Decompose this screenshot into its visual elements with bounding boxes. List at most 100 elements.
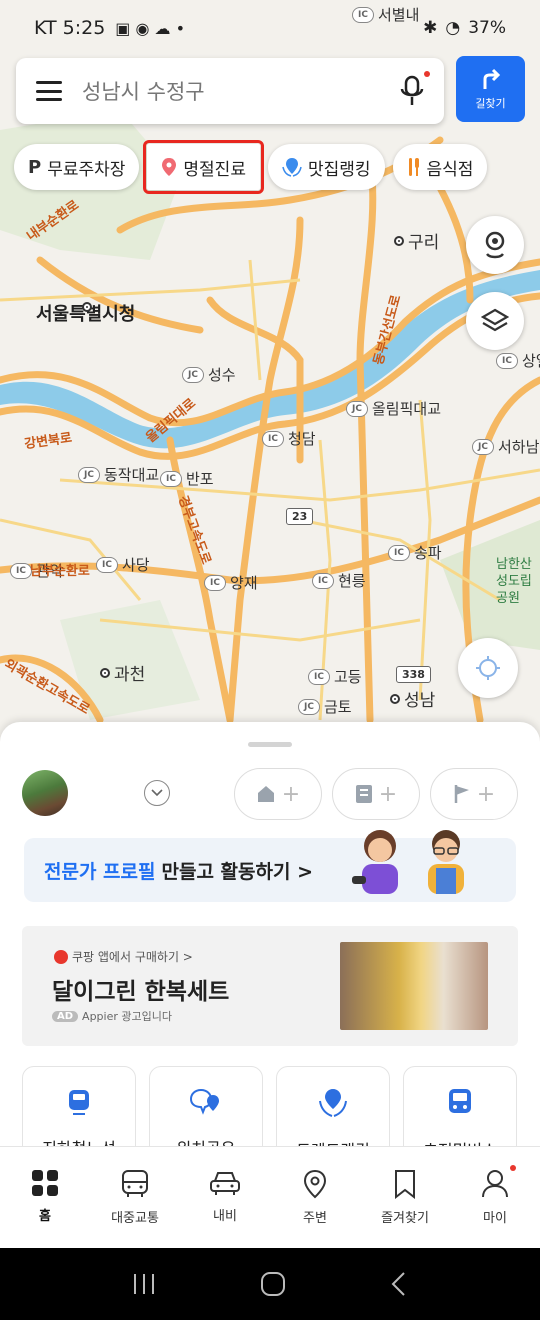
chip-label: 무료주차장 — [47, 159, 126, 180]
notification-icons: ▣ ◉ ☁ • — [115, 18, 186, 38]
nav-label: 대중교통 — [111, 1211, 159, 1226]
add-favorite-place-button[interactable]: + — [430, 768, 518, 820]
bus-tile-icon — [449, 1089, 471, 1113]
chip-restaurant-ranking[interactable]: 맛집랭킹 — [267, 144, 385, 190]
place-label[interactable]: 구리 — [394, 228, 439, 253]
tile-trend-ranking[interactable]: 트렌드랭킹 — [276, 1066, 390, 1147]
ad-source-text: 쿠팡 앱에서 구매하기 > — [72, 950, 193, 964]
directions-label: 길찾기 — [475, 97, 506, 110]
route-badge: 23 — [286, 508, 314, 525]
crosshair-icon — [476, 656, 500, 680]
parking-icon: P — [28, 156, 42, 178]
status-bar: KT 5:25 ▣ ◉ ☁ • ✱ ◔ 37% — [0, 0, 540, 56]
ic-label[interactable]: IC상일 — [496, 350, 540, 371]
ic-label[interactable]: IC 현릉 — [312, 570, 366, 591]
ic-label[interactable]: JC 올림픽대교 — [346, 398, 441, 419]
battery-level: 37% — [468, 18, 506, 38]
place-dot — [394, 235, 404, 246]
nav-home[interactable]: 홈 — [0, 1147, 90, 1248]
road-label: 남부순환로 — [30, 564, 90, 579]
tile-precise-bus[interactable]: 초정밀버스 — [403, 1066, 517, 1147]
add-work-button[interactable]: + — [332, 768, 420, 820]
ad-source: 쿠팡 앱에서 구매하기 > — [54, 948, 193, 965]
route-badge: 338 — [396, 666, 431, 683]
tile-subway-map[interactable]: 지하철노선 — [22, 1066, 136, 1147]
chip-free-parking[interactable]: P 무료주차장 — [14, 144, 140, 190]
ic-label[interactable]: JC 성수 — [182, 364, 236, 385]
chevron-down-icon[interactable] — [144, 780, 170, 806]
ranking-icon — [282, 158, 302, 177]
avatar[interactable] — [22, 770, 68, 816]
place-dot — [100, 667, 110, 678]
wifi-icon: ◔ — [445, 18, 461, 38]
place-label[interactable]: 과천 — [100, 660, 145, 685]
bottom-sheet[interactable]: + + + 전문가 프로필 만들고 활동하기 > 쿠팡 앱에서 구매하기 > 달… — [0, 722, 540, 1147]
ic-label[interactable]: IC 반포 — [160, 468, 214, 489]
street-view-button[interactable] — [466, 216, 524, 274]
ad-product-image[interactable] — [340, 942, 488, 1030]
ad-title: 달이그린 한복세트 — [52, 979, 230, 1005]
nav-favorites[interactable]: 즐겨찾기 — [360, 1147, 450, 1248]
place-label[interactable]: 성남 — [390, 686, 435, 711]
nav-transit[interactable]: 대중교통 — [90, 1147, 180, 1248]
expert-profile-banner[interactable]: 전문가 프로필 만들고 활동하기 > — [24, 830, 516, 902]
nav-my[interactable]: 마이 — [450, 1147, 540, 1248]
menu-icon[interactable] — [36, 81, 62, 101]
nav-navigation[interactable]: 내비 — [180, 1147, 270, 1248]
location-pin-icon — [303, 1169, 327, 1199]
park-label[interactable]: 남한산성도립공원 — [496, 556, 540, 607]
building-icon — [355, 785, 372, 803]
ad-tag: AD — [52, 1010, 79, 1022]
notification-dot — [424, 71, 430, 77]
nav-nearby[interactable]: 주변 — [270, 1147, 360, 1248]
ic-label[interactable]: IC 양재 — [204, 572, 258, 593]
nav-label: 즐겨찾기 — [381, 1211, 429, 1226]
ic-label[interactable]: IC 송파 — [388, 542, 442, 563]
layers-icon — [481, 308, 509, 332]
screen: 서울특별시청 구리 과천 성남 JC 성수 IC 청담 IC 반포 JC 동작대교 IC… — [0, 0, 540, 1320]
ic-label[interactable]: JC 금토 — [298, 696, 352, 717]
current-location-button[interactable] — [458, 638, 518, 698]
status-icons: ✱ ◔ 37% — [423, 18, 506, 38]
system-navigation-bar — [0, 1248, 540, 1320]
plus-icon: + — [476, 781, 496, 807]
bottom-navigation: 홈 대중교통 내비 주변 즐겨찾기 마이 — [0, 1146, 540, 1248]
directions-arrow-icon — [483, 68, 500, 89]
search-bar[interactable]: 성남시 수정구 — [16, 58, 444, 124]
layers-button[interactable] — [466, 292, 524, 350]
microphone-icon[interactable] — [400, 71, 430, 107]
plus-icon: + — [378, 781, 398, 807]
place-dot — [390, 693, 400, 704]
chip-restaurant[interactable]: 음식점 — [392, 144, 488, 190]
nav-label: 마이 — [483, 1211, 507, 1226]
ic-label[interactable]: JC 동작대교 — [78, 464, 159, 485]
back-icon[interactable] — [389, 1271, 409, 1297]
street-view-icon — [485, 231, 505, 259]
place-dot — [82, 302, 92, 312]
ic-label[interactable]: JC 서하남 — [472, 436, 539, 457]
ic-label[interactable]: IC 청담 — [262, 428, 316, 449]
location-share-icon — [189, 1088, 219, 1115]
ic-label[interactable]: IC 고등 — [308, 666, 362, 687]
chip-label: 명절진료 — [183, 159, 246, 180]
bus-icon — [122, 1170, 148, 1197]
nav-label: 홈 — [39, 1209, 51, 1224]
home-button-icon[interactable] — [260, 1271, 286, 1297]
flag-icon — [454, 785, 469, 803]
character-illustration — [352, 830, 398, 894]
tile-location-share[interactable]: 위치공유 — [149, 1066, 263, 1147]
notification-dot — [510, 1165, 516, 1171]
sheet-handle[interactable] — [248, 742, 292, 747]
chip-holiday-clinic[interactable]: 명절진료 — [143, 140, 264, 194]
ad-banner[interactable]: 쿠팡 앱에서 구매하기 > 달이그린 한복세트 AD Appier 광고입니다 — [22, 926, 518, 1046]
ic-label[interactable]: IC 사당 — [96, 554, 150, 575]
directions-button[interactable]: 길찾기 — [456, 56, 525, 122]
search-input[interactable]: 성남시 수정구 — [82, 76, 400, 106]
chip-label: 음식점 — [426, 159, 474, 180]
car-icon — [210, 1172, 240, 1195]
carrier-time: KT 5:25 — [34, 17, 106, 39]
plus-icon: + — [281, 781, 301, 807]
add-home-button[interactable]: + — [234, 768, 322, 820]
recent-apps-icon[interactable] — [131, 1272, 157, 1296]
chip-label: 맛집랭킹 — [307, 159, 371, 180]
